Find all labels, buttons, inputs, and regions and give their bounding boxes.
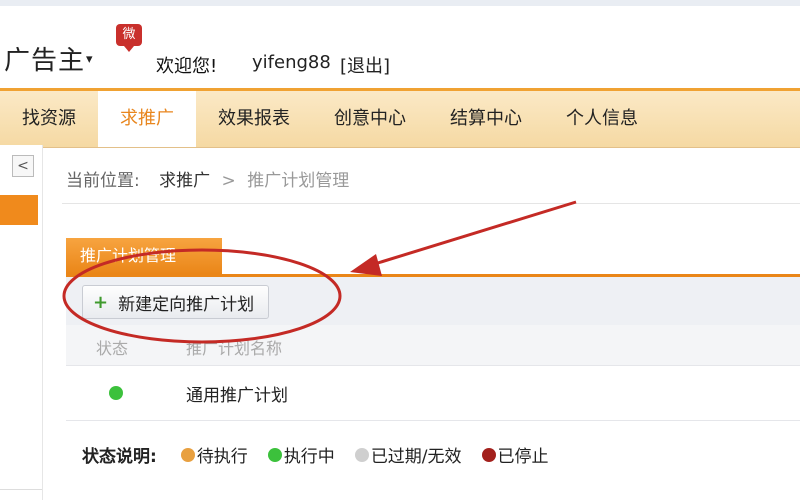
new-targeted-plan-button[interactable]: + 新建定向推广计划 — [82, 285, 270, 319]
breadcrumb-divider — [62, 203, 800, 204]
chevron-left-icon[interactable]: < — [12, 155, 34, 177]
legend-item-pending: 待执行 — [180, 442, 248, 467]
legend-title: 状态说明: — [82, 447, 157, 467]
table-row: 通用推广计划 — [66, 366, 800, 421]
annotation-arrow-head — [350, 254, 382, 276]
sidebar-divider — [0, 489, 42, 501]
weibo-badge-icon[interactable]: 微 — [116, 24, 142, 52]
legend-label-pending: 待执行 — [196, 447, 248, 467]
nav-item-profile[interactable]: 个人信息 — [544, 91, 660, 147]
breadcrumb-link-promote[interactable]: 求推广 — [159, 171, 210, 191]
legend-label-running: 执行中 — [283, 447, 335, 467]
nav-item-reports[interactable]: 效果报表 — [196, 91, 312, 147]
logout-link[interactable]: [退出] — [340, 52, 390, 78]
caret-down-icon: ▾ — [86, 52, 94, 67]
legend-label-stopped: 已停止 — [497, 447, 549, 467]
legend-item-running: 执行中 — [267, 442, 335, 467]
breadcrumb-prefix: 当前位置: — [66, 171, 140, 191]
status-expired-icon — [354, 447, 369, 462]
main-nav: 找资源 求推广 效果报表 创意中心 结算中心 个人信息 — [0, 88, 800, 148]
username: yifeng88 — [252, 52, 331, 73]
status-running-icon — [267, 447, 282, 462]
legend-item-expired: 已过期/无效 — [354, 442, 462, 467]
brand-menu[interactable]: 广告主▾ — [4, 40, 94, 77]
tab-plan-management[interactable]: 推广计划管理 — [66, 238, 222, 274]
nav-item-find-resources[interactable]: 找资源 — [0, 91, 98, 147]
plan-name-link[interactable]: 通用推广计划 — [186, 381, 288, 406]
table-header: 状态 推广计划名称 — [66, 325, 800, 366]
breadcrumb: 当前位置: 求推广 > 推广计划管理 — [66, 166, 349, 191]
welcome-text: 欢迎您! — [156, 56, 218, 77]
legend-item-stopped: 已停止 — [481, 442, 549, 467]
column-header-plan-name: 推广计划名称 — [186, 339, 283, 358]
status-running-icon — [109, 386, 123, 400]
toolbar: + 新建定向推广计划 — [66, 277, 800, 325]
left-sidebar: < — [0, 145, 43, 500]
legend-label-expired: 已过期/无效 — [370, 447, 462, 467]
status-legend: 状态说明: 待执行 执行中 已过期/无效 已停止 — [82, 442, 569, 467]
column-header-status: 状态 — [96, 339, 129, 358]
nav-item-promote[interactable]: 求推广 — [98, 91, 196, 147]
annotation-arrow-shaft — [367, 200, 577, 268]
header: 广告主▾ 微 欢迎您! yifeng88 [退出] — [0, 6, 800, 88]
breadcrumb-separator: > — [221, 171, 236, 191]
sidebar-active-item[interactable] — [0, 195, 38, 225]
plus-icon: + — [93, 291, 109, 313]
status-stopped-icon — [481, 447, 496, 462]
nav-item-billing-center[interactable]: 结算中心 — [428, 91, 544, 147]
brand-label: 广告主 — [4, 46, 86, 76]
new-targeted-plan-label: 新建定向推广计划 — [118, 294, 255, 315]
breadcrumb-current-page: 推广计划管理 — [247, 171, 350, 191]
status-pending-icon — [180, 447, 195, 462]
nav-item-creative-center[interactable]: 创意中心 — [312, 91, 428, 147]
